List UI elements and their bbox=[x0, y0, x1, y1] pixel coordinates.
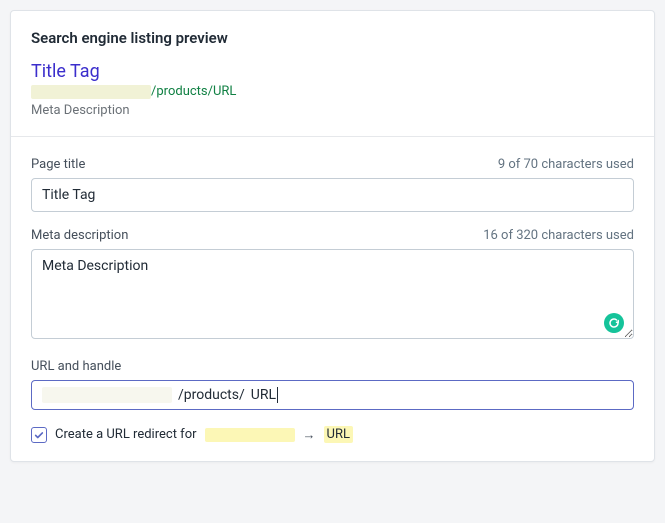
preview-description: Meta Description bbox=[31, 103, 634, 118]
form-section: Page title 9 of 70 characters used Meta … bbox=[11, 136, 654, 461]
section-heading: Search engine listing preview bbox=[31, 29, 634, 47]
url-handle-row: URL and handle /products/ URL bbox=[31, 359, 634, 410]
preview-domain-redacted bbox=[31, 85, 151, 99]
preview-title: Title Tag bbox=[31, 61, 634, 82]
page-title-input[interactable] bbox=[31, 178, 634, 212]
url-handle-label: URL and handle bbox=[31, 359, 121, 374]
redirect-checkbox[interactable] bbox=[31, 427, 47, 443]
meta-description-row: Meta description 16 of 320 characters us… bbox=[31, 228, 634, 343]
url-handle-input[interactable]: /products/ URL bbox=[31, 380, 634, 410]
preview-section: Search engine listing preview Title Tag … bbox=[11, 11, 654, 136]
page-title-row: Page title 9 of 70 characters used bbox=[31, 157, 634, 212]
arrow-icon: → bbox=[303, 427, 316, 443]
meta-description-label: Meta description bbox=[31, 228, 128, 243]
url-handle-value: URL bbox=[251, 387, 278, 403]
page-title-label: Page title bbox=[31, 157, 85, 172]
preview-url-path: /products/URL bbox=[151, 84, 236, 99]
url-static-path: /products/ bbox=[178, 387, 245, 403]
seo-card: Search engine listing preview Title Tag … bbox=[10, 10, 655, 462]
redirect-label-prefix: Create a URL redirect for bbox=[55, 427, 197, 442]
redirect-row: Create a URL redirect for → URL bbox=[31, 426, 634, 443]
page-title-counter: 9 of 70 characters used bbox=[498, 157, 634, 172]
url-domain-redacted bbox=[42, 387, 172, 403]
meta-description-counter: 16 of 320 characters used bbox=[483, 228, 634, 243]
preview-url: /products/URL bbox=[31, 84, 634, 99]
meta-description-input[interactable] bbox=[31, 249, 634, 339]
redirect-new-url: URL bbox=[324, 426, 353, 443]
redirect-old-redacted bbox=[205, 428, 295, 442]
grammarly-icon[interactable] bbox=[604, 313, 624, 333]
